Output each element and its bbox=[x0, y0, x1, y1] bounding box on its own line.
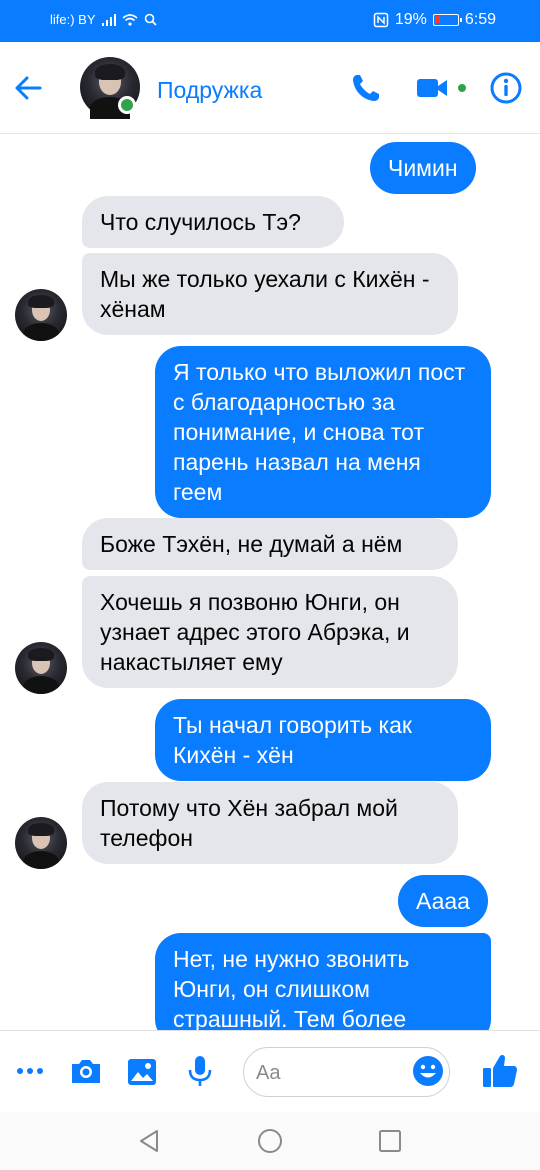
message-outgoing[interactable]: Я только что выложил пост с благодарност… bbox=[155, 346, 491, 518]
sender-avatar[interactable] bbox=[15, 817, 67, 869]
message-incoming[interactable]: Хочешь я позвоню Юнги, он узнает адрес э… bbox=[82, 576, 458, 688]
battery-icon bbox=[432, 14, 462, 26]
sender-avatar[interactable] bbox=[15, 289, 67, 341]
nav-home-icon[interactable] bbox=[255, 1126, 285, 1156]
chat-header: Подружка bbox=[0, 42, 540, 134]
info-icon[interactable] bbox=[488, 70, 524, 106]
gallery-icon[interactable] bbox=[124, 1053, 160, 1089]
video-active-dot bbox=[458, 84, 466, 92]
message-outgoing[interactable]: Нет, не нужно звонить Юнги, он слишком с… bbox=[155, 933, 491, 1030]
battery-percent: 19% bbox=[394, 11, 427, 28]
message-outgoing[interactable]: Аааа bbox=[398, 875, 488, 927]
message-incoming[interactable]: Потому что Хён забрал мой телефон bbox=[82, 782, 458, 864]
video-call-icon[interactable] bbox=[414, 70, 450, 106]
more-options-icon[interactable] bbox=[12, 1053, 48, 1089]
status-left: life:) BY bbox=[50, 12, 157, 27]
message-outgoing[interactable]: Ты начал говорить как Кихён - хён bbox=[155, 699, 491, 781]
sender-avatar[interactable] bbox=[15, 642, 67, 694]
message-outgoing[interactable]: Чимин bbox=[370, 142, 476, 194]
back-arrow-icon[interactable] bbox=[10, 70, 46, 106]
message-incoming[interactable]: Мы же только уехали с Кихён - хёнам bbox=[82, 253, 458, 335]
nav-back-icon[interactable] bbox=[135, 1126, 165, 1156]
status-right: 19% 6:59 bbox=[373, 11, 496, 29]
message-composer bbox=[0, 1030, 540, 1112]
signal-icon bbox=[101, 13, 116, 26]
phone-call-icon[interactable] bbox=[348, 70, 384, 106]
message-incoming[interactable]: Что случилось Тэ? bbox=[82, 196, 344, 248]
contact-name[interactable]: Подружка bbox=[157, 77, 262, 104]
message-thread[interactable]: Чимин Что случилось Тэ? Мы же только уех… bbox=[0, 134, 540, 1030]
carrier-label: life:) BY bbox=[50, 12, 96, 27]
wifi-icon bbox=[121, 13, 138, 26]
status-bar: life:) BY 19% 6:59 bbox=[0, 0, 540, 42]
online-status-dot bbox=[118, 96, 136, 114]
clock: 6:59 bbox=[464, 11, 496, 28]
nav-recent-apps-icon[interactable] bbox=[375, 1126, 405, 1156]
message-input[interactable] bbox=[256, 1058, 406, 1088]
emoji-icon[interactable] bbox=[412, 1055, 444, 1087]
search-icon bbox=[144, 13, 157, 26]
thumbs-up-icon[interactable] bbox=[480, 1051, 520, 1091]
message-input-box[interactable] bbox=[243, 1047, 450, 1097]
nfc-icon bbox=[373, 12, 389, 28]
message-incoming[interactable]: Боже Тэхён, не думай а нём bbox=[82, 518, 458, 570]
system-navigation-bar bbox=[0, 1112, 540, 1170]
microphone-icon[interactable] bbox=[182, 1053, 218, 1089]
camera-icon[interactable] bbox=[68, 1053, 104, 1089]
